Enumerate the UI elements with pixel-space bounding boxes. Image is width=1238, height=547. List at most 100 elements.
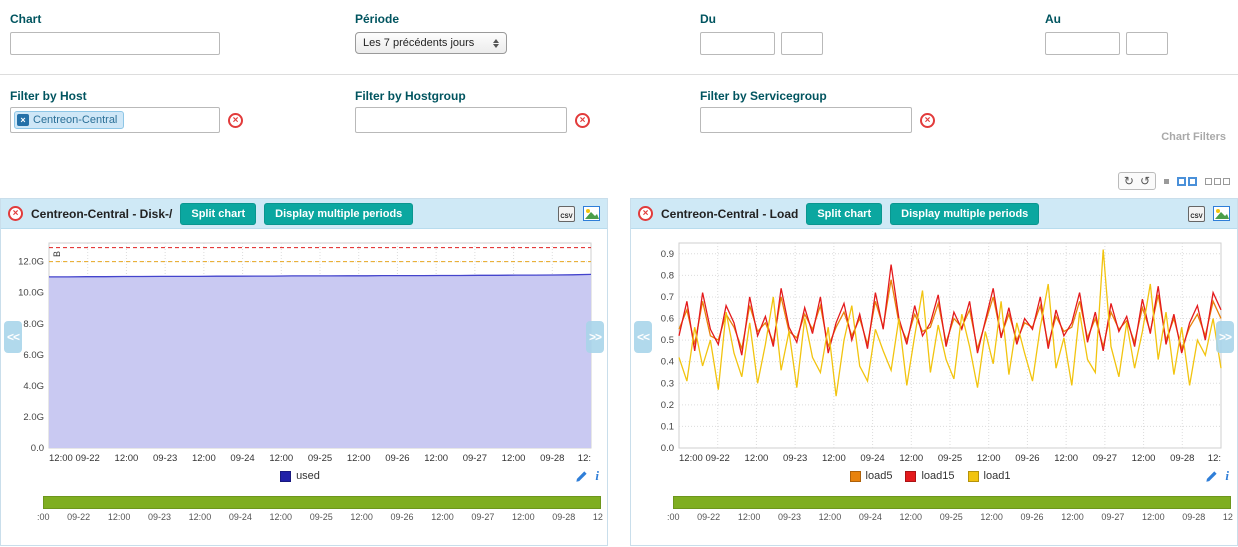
remove-tag-icon[interactable]: × — [17, 114, 29, 126]
load-chart-canvas[interactable]: << >> 0.00.10.20.30.40.50.60.70.80.912:0… — [633, 233, 1235, 465]
timeline-tick-label: 12 — [1223, 512, 1233, 522]
history-icon[interactable]: ↺ — [1140, 174, 1150, 188]
svg-text:09-25: 09-25 — [938, 453, 962, 464]
hostgroup-filter-input[interactable] — [355, 107, 567, 133]
svg-text:6.0G: 6.0G — [23, 350, 44, 361]
timeline-tick-label: 09-26 — [391, 512, 414, 522]
periode-selected-value: Les 7 précédents jours — [363, 37, 488, 49]
display-multiple-periods-button[interactable]: Display multiple periods — [890, 203, 1039, 225]
timeline-tick-label: 12:00 — [819, 512, 842, 522]
legend-swatch — [968, 471, 979, 482]
timeline-tick-label: 09-23 — [148, 512, 171, 522]
panel-title: Centreon-Central - Disk-/ — [31, 207, 172, 221]
timeline-tick-label: 12 — [593, 512, 603, 522]
disk-timeline-axis: :0009-2212:0009-2312:0009-2412:0009-2512… — [37, 512, 603, 522]
export-csv-icon[interactable]: CSV — [1188, 206, 1205, 222]
clear-hostgroup-filter-icon[interactable]: × — [575, 113, 590, 128]
svg-text:12:00: 12:00 — [977, 453, 1001, 464]
svg-text:0.3: 0.3 — [661, 378, 674, 389]
disk-timeline-bar[interactable] — [43, 496, 601, 509]
svg-text:0.0: 0.0 — [661, 443, 674, 454]
timeline-tick-label: 12:00 — [900, 512, 923, 522]
info-icon[interactable]: i — [595, 468, 599, 484]
du-date-input[interactable] — [700, 32, 775, 55]
info-icon[interactable]: i — [1225, 468, 1229, 484]
display-multiple-periods-button[interactable]: Display multiple periods — [264, 203, 413, 225]
timeline-tick-label: 09-27 — [471, 512, 494, 522]
close-panel-icon[interactable]: × — [8, 206, 23, 221]
scroll-right-button[interactable]: >> — [586, 321, 604, 353]
filter-divider — [0, 74, 1238, 75]
svg-text:12:00: 12:00 — [1054, 453, 1078, 464]
svg-text:09-23: 09-23 — [783, 453, 807, 464]
panel-load-header: × Centreon-Central - Load Split chart Di… — [631, 199, 1237, 229]
svg-text:09-26: 09-26 — [385, 453, 409, 464]
split-chart-button[interactable]: Split chart — [180, 203, 256, 225]
scroll-left-button[interactable]: << — [634, 321, 652, 353]
svg-text:12:00: 12:00 — [822, 453, 846, 464]
svg-text:09-22: 09-22 — [706, 453, 730, 464]
export-image-icon[interactable] — [1213, 206, 1230, 221]
clear-host-filter-icon[interactable]: × — [228, 113, 243, 128]
load-legend: load5 load15 load1 i — [631, 465, 1237, 487]
legend-swatch — [280, 471, 291, 482]
select-arrows-icon — [488, 39, 503, 48]
timeline-tick-label: 12:00 — [1142, 512, 1165, 522]
svg-text:09-23: 09-23 — [153, 453, 177, 464]
chart-view-toolbar: ↻ ↺ — [1118, 172, 1230, 190]
layout-2col-icon[interactable] — [1177, 177, 1197, 186]
svg-text:12:00: 12:00 — [899, 453, 923, 464]
disk-chart-canvas[interactable]: << >> 0.02.0G4.0G6.0G8.0G10.0G12.0G12:00… — [3, 233, 605, 465]
panel-disk: × Centreon-Central - Disk-/ Split chart … — [0, 198, 608, 546]
timeline-tick-label: 09-24 — [229, 512, 252, 522]
load-timeline-bar[interactable] — [673, 496, 1231, 509]
chart-filters-caption: Chart Filters — [1161, 131, 1226, 143]
legend-label[interactable]: used — [296, 470, 320, 482]
svg-text:12:00: 12:00 — [269, 453, 293, 464]
svg-text:0.2: 0.2 — [661, 400, 674, 411]
layout-1col-icon[interactable] — [1164, 179, 1169, 184]
chart-filter-input[interactable] — [10, 32, 220, 55]
scroll-left-button[interactable]: << — [4, 321, 22, 353]
scroll-right-button[interactable]: >> — [1216, 321, 1234, 353]
timeline-tick-label: 09-25 — [940, 512, 963, 522]
disk-legend: used i — [1, 465, 607, 487]
au-date-input[interactable] — [1045, 32, 1120, 55]
du-time-input[interactable] — [781, 32, 823, 55]
legend-label[interactable]: load5 — [866, 470, 893, 482]
legend-label[interactable]: load1 — [984, 470, 1011, 482]
edit-pencil-icon[interactable] — [575, 470, 588, 483]
close-panel-icon[interactable]: × — [638, 206, 653, 221]
layout-3col-icon[interactable] — [1205, 178, 1230, 185]
du-label: Du — [700, 12, 716, 26]
svg-text:2.0G: 2.0G — [23, 412, 44, 423]
timeline-tick-label: 09-28 — [552, 512, 575, 522]
timeline-tick-label: 12:00 — [350, 512, 373, 522]
au-label: Au — [1045, 12, 1061, 26]
timeline-tick-label: 12:00 — [431, 512, 454, 522]
timeline-tick-label: 12:00 — [189, 512, 212, 522]
export-image-icon[interactable] — [583, 206, 600, 221]
timeline-tick-label: 12:00 — [738, 512, 761, 522]
svg-text:12:00: 12:00 — [49, 453, 73, 464]
svg-text:4.0G: 4.0G — [23, 381, 44, 392]
svg-text:0.9: 0.9 — [661, 249, 674, 260]
timeline-tick-label: 09-22 — [697, 512, 720, 522]
svg-text:0.8: 0.8 — [661, 270, 674, 281]
clear-servicegroup-filter-icon[interactable]: × — [920, 113, 935, 128]
split-chart-button[interactable]: Split chart — [806, 203, 882, 225]
servicegroup-filter-input[interactable] — [700, 107, 912, 133]
svg-text:10.0G: 10.0G — [18, 288, 44, 299]
periode-select[interactable]: Les 7 précédents jours — [355, 32, 507, 54]
svg-text:B: B — [52, 251, 62, 257]
legend-label[interactable]: load15 — [921, 470, 954, 482]
export-csv-icon[interactable]: CSV — [558, 206, 575, 222]
panel-load: × Centreon-Central - Load Split chart Di… — [630, 198, 1238, 546]
rotate-icon[interactable]: ↻ — [1124, 174, 1134, 188]
load-timeline-axis: :0009-2212:0009-2312:0009-2412:0009-2512… — [667, 512, 1233, 522]
edit-pencil-icon[interactable] — [1205, 470, 1218, 483]
svg-text:12:00: 12:00 — [424, 453, 448, 464]
svg-text:12:00: 12:00 — [679, 453, 703, 464]
host-filter-tag[interactable]: × Centreon-Central — [14, 111, 124, 129]
au-time-input[interactable] — [1126, 32, 1168, 55]
